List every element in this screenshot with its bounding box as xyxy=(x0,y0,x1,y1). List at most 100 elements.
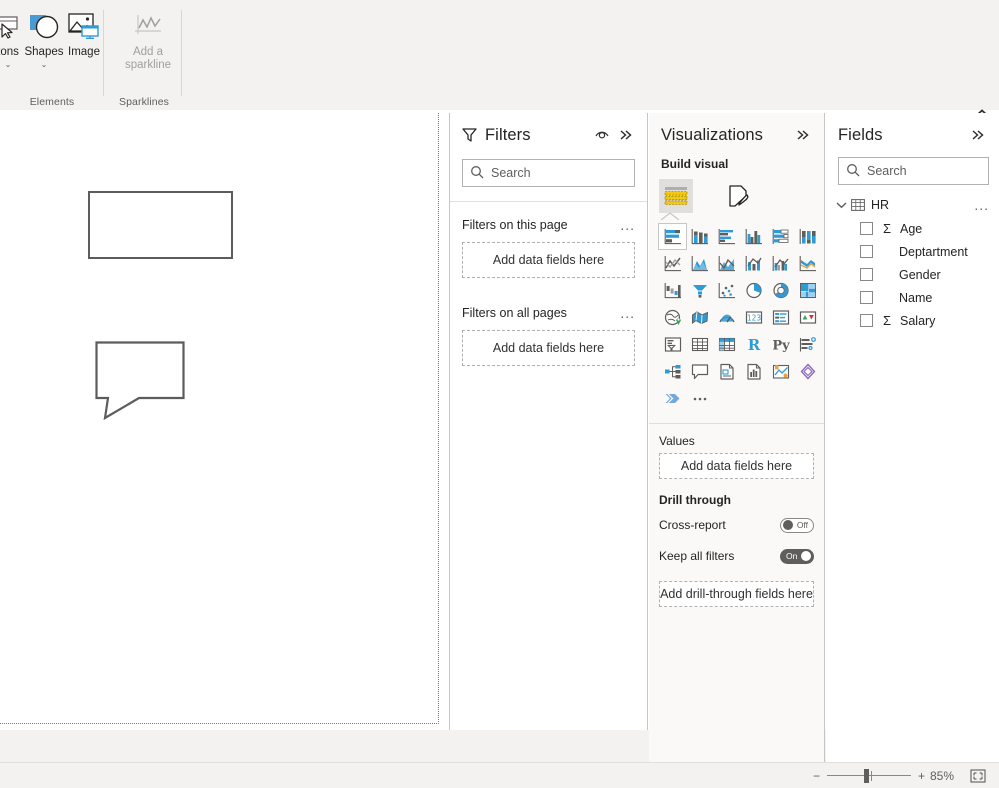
multi-row-card-icon[interactable] xyxy=(767,305,794,330)
ribbon-button-buttons-label: tons xyxy=(0,46,19,58)
field-row[interactable]: Σ Salary xyxy=(826,309,999,332)
cross-report-toggle[interactable]: Off xyxy=(780,517,814,533)
kpi-icon[interactable] xyxy=(794,305,821,330)
stacked-bar-chart-icon[interactable] xyxy=(658,223,687,250)
zoom-out-button[interactable]: − xyxy=(813,769,820,783)
chevron-double-right-icon[interactable] xyxy=(792,124,814,146)
scatter-chart-icon[interactable] xyxy=(713,278,740,303)
format-visual-tab[interactable] xyxy=(721,179,755,213)
values-dropzone[interactable]: Add data fields here xyxy=(659,453,814,479)
slicer-icon[interactable] xyxy=(659,332,686,357)
field-name: Age xyxy=(900,221,923,236)
chevron-double-right-icon[interactable] xyxy=(615,124,637,146)
filters-page-dropzone[interactable]: Add data fields here xyxy=(462,242,635,278)
python-visual-icon[interactable]: Py xyxy=(767,332,794,357)
fit-to-page-icon[interactable] xyxy=(967,766,989,786)
toggle-knob xyxy=(783,520,793,530)
waterfall-chart-icon[interactable] xyxy=(659,278,686,303)
more-options-icon[interactable] xyxy=(686,386,713,411)
100-stacked-bar-chart-icon[interactable] xyxy=(767,224,794,249)
line-clustered-column-chart-icon[interactable] xyxy=(767,251,794,276)
arcgis-maps-icon[interactable] xyxy=(659,386,686,411)
search-icon xyxy=(470,165,485,183)
status-bar: − + 85% xyxy=(0,762,999,788)
field-row[interactable]: Deptartment xyxy=(826,240,999,263)
chevron-double-right-icon[interactable] xyxy=(967,124,989,146)
field-checkbox[interactable] xyxy=(860,245,873,258)
r-script-visual-icon[interactable]: R xyxy=(740,332,767,357)
card-icon[interactable]: 123 xyxy=(740,305,767,330)
field-checkbox[interactable] xyxy=(860,222,873,235)
filters-pane-title: Filters xyxy=(485,125,531,144)
drill-through-dropzone[interactable]: Add drill-through fields here xyxy=(659,581,814,607)
donut-chart-icon[interactable] xyxy=(767,278,794,303)
zoom-slider[interactable] xyxy=(826,768,911,783)
report-canvas-region[interactable] xyxy=(0,113,450,762)
keep-all-filters-label: Keep all filters xyxy=(659,549,735,563)
ribbon-chart-icon[interactable] xyxy=(794,251,821,276)
values-section: Values Add data fields here Drill throug… xyxy=(649,434,824,607)
visualizations-pane-title: Visualizations xyxy=(661,125,763,144)
zoom-slider-thumb[interactable] xyxy=(863,768,869,783)
line-chart-icon[interactable] xyxy=(659,251,686,276)
clustered-bar-chart-icon[interactable] xyxy=(713,224,740,249)
cross-report-label: Cross-report xyxy=(659,518,726,532)
field-checkbox[interactable] xyxy=(860,268,873,281)
filters-all-more-options-icon[interactable]: ... xyxy=(620,306,635,320)
stacked-column-chart-icon[interactable] xyxy=(686,224,713,249)
decomposition-tree-icon[interactable] xyxy=(659,359,686,384)
build-visual-tab[interactable] xyxy=(659,179,693,213)
ribbon-button-add-sparkline[interactable]: Add a sparkline xyxy=(118,6,178,72)
clustered-column-chart-icon[interactable] xyxy=(740,224,767,249)
stacked-area-chart-icon[interactable] xyxy=(713,251,740,276)
ribbon-group-elements: tons ⌄ Shapes ⌄ xyxy=(0,0,104,110)
viz-separator xyxy=(649,423,824,424)
fields-pane-title: Fields xyxy=(838,125,883,144)
table-icon[interactable] xyxy=(686,332,713,357)
power-automate-icon[interactable] xyxy=(794,359,821,384)
visualization-type-gallery[interactable]: 123 R Py xyxy=(649,220,824,417)
gauge-icon[interactable] xyxy=(713,305,740,330)
zoom-in-button[interactable]: + xyxy=(918,769,925,783)
keep-all-filters-toggle[interactable]: On xyxy=(780,548,814,564)
report-page[interactable] xyxy=(0,113,439,724)
field-row[interactable]: Gender xyxy=(826,263,999,286)
drill-through-label: Drill through xyxy=(659,493,731,507)
map-icon[interactable] xyxy=(659,305,686,330)
filters-search-input[interactable]: Search xyxy=(462,159,635,187)
field-name: Deptartment xyxy=(899,244,968,259)
fields-search-input[interactable]: Search xyxy=(838,157,989,185)
field-checkbox[interactable] xyxy=(860,291,873,304)
key-influencers-icon[interactable] xyxy=(794,332,821,357)
fields-table-more-options-icon[interactable]: ... xyxy=(974,198,989,212)
ribbon-separator xyxy=(181,10,182,96)
eye-icon[interactable] xyxy=(591,124,613,146)
area-chart-icon[interactable] xyxy=(686,251,713,276)
chevron-down-icon[interactable]: ⌄ xyxy=(5,60,12,70)
filters-all-dropzone[interactable]: Add data fields here xyxy=(462,330,635,366)
line-stacked-column-chart-icon[interactable] xyxy=(740,251,767,276)
filters-pane-header: Filters xyxy=(450,113,647,157)
funnel-chart-icon[interactable] xyxy=(686,278,713,303)
field-row[interactable]: Name xyxy=(826,286,999,309)
100-stacked-column-chart-icon[interactable] xyxy=(794,224,821,249)
chevron-down-icon[interactable]: ⌄ xyxy=(41,60,48,70)
matrix-icon[interactable] xyxy=(713,332,740,357)
treemap-icon[interactable] xyxy=(794,278,821,303)
rectangle-shape[interactable] xyxy=(88,191,233,259)
filled-map-icon[interactable] xyxy=(686,305,713,330)
paginated-report-icon[interactable] xyxy=(740,359,767,384)
field-row[interactable]: Σ Age xyxy=(826,217,999,240)
smart-narrative-icon[interactable] xyxy=(713,359,740,384)
fields-pane-header: Fields xyxy=(826,113,999,157)
power-apps-icon[interactable] xyxy=(767,359,794,384)
qna-icon[interactable] xyxy=(686,359,713,384)
zoom-level-label[interactable]: 85% xyxy=(925,769,959,783)
field-checkbox[interactable] xyxy=(860,314,873,327)
callout-shape[interactable] xyxy=(95,341,185,421)
visualizations-pane-header: Visualizations xyxy=(649,113,824,157)
pie-chart-icon[interactable] xyxy=(740,278,767,303)
filters-page-more-options-icon[interactable]: ... xyxy=(620,218,635,232)
fields-table-row[interactable]: HR... xyxy=(826,193,999,217)
chevron-down-icon[interactable] xyxy=(836,201,847,209)
